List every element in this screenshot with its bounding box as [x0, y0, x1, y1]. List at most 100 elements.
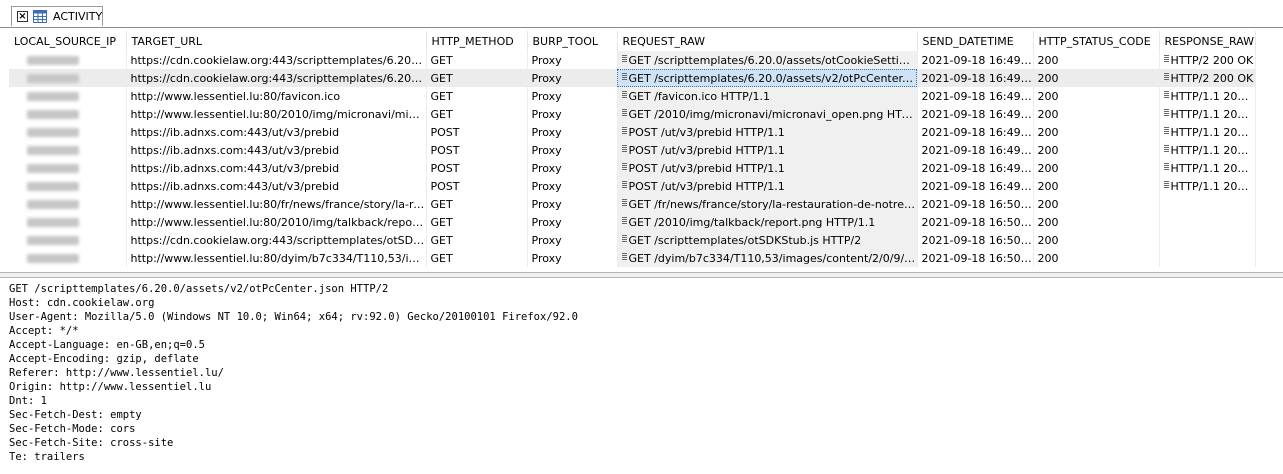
request-raw-cell[interactable]: GET /2010/img/micronavi/micronavi_open.p… — [617, 105, 918, 123]
response-raw-cell[interactable]: HTTP/2 200 OK — [1159, 69, 1256, 87]
http-status-code-cell[interactable]: 200 — [1033, 249, 1160, 267]
http-status-code-cell[interactable]: 200 — [1033, 51, 1160, 69]
column-header-http-method[interactable]: HTTP_METHOD — [426, 31, 528, 51]
send-datetime-cell[interactable]: 2021-09-18 16:49:49 — [917, 123, 1034, 141]
http-status-code-cell[interactable]: 200 — [1033, 195, 1160, 213]
local-source-ip-cell[interactable] — [9, 123, 127, 141]
activity-grid[interactable]: LOCAL_SOURCE_IP TARGET_URL HTTP_METHOD BURP… — [9, 31, 1283, 271]
table-row[interactable]: https://cdn.cookielaw.org:443/scripttemp… — [9, 231, 1256, 249]
request-raw-cell[interactable]: GET /2010/img/talkback/report.png HTTP/1… — [617, 213, 918, 231]
response-raw-cell[interactable] — [1159, 195, 1256, 213]
send-datetime-cell[interactable]: 2021-09-18 16:49:54 — [917, 177, 1034, 195]
http-method-cell[interactable]: POST — [426, 177, 528, 195]
response-raw-cell[interactable]: HTTP/1.1 200 OK — [1159, 105, 1256, 123]
response-raw-cell[interactable]: HTTP/1.1 200 OK — [1159, 177, 1256, 195]
local-source-ip-cell[interactable] — [9, 249, 127, 267]
burp-tool-cell[interactable]: Proxy — [527, 87, 618, 105]
column-header-response-raw[interactable]: RESPONSE_RAW — [1159, 31, 1256, 51]
burp-tool-cell[interactable]: Proxy — [527, 231, 618, 249]
response-raw-cell[interactable]: HTTP/1.1 200 OK — [1159, 141, 1256, 159]
burp-tool-cell[interactable]: Proxy — [527, 195, 618, 213]
pane-splitter[interactable] — [0, 272, 1283, 278]
local-source-ip-cell[interactable] — [9, 87, 127, 105]
target-url-cell[interactable]: http://www.lessentiel.lu:80/2010/img/tal… — [126, 213, 427, 231]
burp-tool-cell[interactable]: Proxy — [527, 69, 618, 87]
request-raw-cell[interactable]: GET /dyim/b7c334/T110,53/images/content/… — [617, 249, 918, 267]
tab-activity[interactable]: × ACTIVITY — [11, 6, 103, 26]
response-raw-cell[interactable] — [1159, 213, 1256, 231]
column-header-burp-tool[interactable]: BURP_TOOL — [527, 31, 618, 51]
http-method-cell[interactable]: GET — [426, 87, 528, 105]
request-raw-cell[interactable]: GET /scripttemplates/6.20.0/assets/v2/ot… — [617, 69, 918, 87]
table-row[interactable]: https://ib.adnxs.com:443/ut/v3/prebid POS… — [9, 141, 1256, 159]
burp-tool-cell[interactable]: Proxy — [527, 213, 618, 231]
request-raw-cell[interactable]: POST /ut/v3/prebid HTTP/1.1 — [617, 159, 918, 177]
local-source-ip-cell[interactable] — [9, 231, 127, 249]
response-raw-cell[interactable]: HTTP/2 200 OK — [1159, 51, 1256, 69]
http-status-code-cell[interactable]: 200 — [1033, 141, 1160, 159]
http-status-code-cell[interactable]: 200 — [1033, 87, 1160, 105]
http-method-cell[interactable]: POST — [426, 123, 528, 141]
target-url-cell[interactable]: https://ib.adnxs.com:443/ut/v3/prebid — [126, 177, 427, 195]
http-method-cell[interactable]: POST — [426, 141, 528, 159]
send-datetime-cell[interactable]: 2021-09-18 16:49:46 — [917, 69, 1034, 87]
target-url-cell[interactable]: https://cdn.cookielaw.org:443/scripttemp… — [126, 69, 427, 87]
local-source-ip-cell[interactable] — [9, 213, 127, 231]
local-source-ip-cell[interactable] — [9, 177, 127, 195]
send-datetime-cell[interactable]: 2021-09-18 16:50:06 — [917, 231, 1034, 249]
http-status-code-cell[interactable]: 200 — [1033, 105, 1160, 123]
target-url-cell[interactable]: https://cdn.cookielaw.org:443/scripttemp… — [126, 51, 427, 69]
send-datetime-cell[interactable]: 2021-09-18 16:49:46 — [917, 87, 1034, 105]
column-header-request-raw[interactable]: REQUEST_RAW — [617, 31, 918, 51]
response-raw-cell[interactable] — [1159, 231, 1256, 249]
http-method-cell[interactable]: GET — [426, 105, 528, 123]
column-header-local-source-ip[interactable]: LOCAL_SOURCE_IP — [9, 31, 127, 51]
table-row[interactable]: http://www.lessentiel.lu:80/fr/news/fran… — [9, 195, 1256, 213]
http-method-cell[interactable]: GET — [426, 195, 528, 213]
http-status-code-cell[interactable]: 200 — [1033, 213, 1160, 231]
target-url-cell[interactable]: http://www.lessentiel.lu:80/2010/img/mic… — [126, 105, 427, 123]
http-status-code-cell[interactable]: 200 — [1033, 177, 1160, 195]
column-header-http-status-code[interactable]: HTTP_STATUS_CODE — [1033, 31, 1160, 51]
send-datetime-cell[interactable]: 2021-09-18 16:50:06 — [917, 249, 1034, 267]
burp-tool-cell[interactable]: Proxy — [527, 105, 618, 123]
http-status-code-cell[interactable]: 200 — [1033, 231, 1160, 249]
http-status-code-cell[interactable]: 200 — [1033, 159, 1160, 177]
column-header-send-datetime[interactable]: SEND_DATETIME — [917, 31, 1034, 51]
burp-tool-cell[interactable]: Proxy — [527, 177, 618, 195]
response-raw-cell[interactable]: HTTP/1.1 200 OK — [1159, 159, 1256, 177]
target-url-cell[interactable]: http://www.lessentiel.lu:80/dyim/b7c334/… — [126, 249, 427, 267]
close-icon[interactable]: × — [17, 11, 28, 22]
table-row[interactable]: http://www.lessentiel.lu:80/2010/img/mic… — [9, 105, 1256, 123]
target-url-cell[interactable]: https://ib.adnxs.com:443/ut/v3/prebid — [126, 141, 427, 159]
response-raw-cell[interactable]: HTTP/1.1 200 OK — [1159, 87, 1256, 105]
target-url-cell[interactable]: http://www.lessentiel.lu:80/favicon.ico — [126, 87, 427, 105]
burp-tool-cell[interactable]: Proxy — [527, 141, 618, 159]
burp-tool-cell[interactable]: Proxy — [527, 249, 618, 267]
local-source-ip-cell[interactable] — [9, 159, 127, 177]
local-source-ip-cell[interactable] — [9, 69, 127, 87]
send-datetime-cell[interactable]: 2021-09-18 16:49:46 — [917, 51, 1034, 69]
response-raw-cell[interactable]: HTTP/1.1 200 OK — [1159, 123, 1256, 141]
http-method-cell[interactable]: GET — [426, 51, 528, 69]
column-header-target-url[interactable]: TARGET_URL — [126, 31, 427, 51]
table-row[interactable]: https://cdn.cookielaw.org:443/scripttemp… — [9, 69, 1256, 87]
burp-tool-cell[interactable]: Proxy — [527, 123, 618, 141]
table-row[interactable]: http://www.lessentiel.lu:80/dyim/b7c334/… — [9, 249, 1256, 267]
table-row[interactable]: https://ib.adnxs.com:443/ut/v3/prebid POS… — [9, 177, 1256, 195]
target-url-cell[interactable]: https://cdn.cookielaw.org:443/scripttemp… — [126, 231, 427, 249]
target-url-cell[interactable]: https://ib.adnxs.com:443/ut/v3/prebid — [126, 123, 427, 141]
request-raw-cell[interactable]: GET /scripttemplates/otSDKStub.js HTTP/2 — [617, 231, 918, 249]
raw-request-text[interactable]: GET /scripttemplates/6.20.0/assets/v2/ot… — [0, 279, 1283, 464]
send-datetime-cell[interactable]: 2021-09-18 16:49:52 — [917, 159, 1034, 177]
send-datetime-cell[interactable]: 2021-09-18 16:49:48 — [917, 105, 1034, 123]
local-source-ip-cell[interactable] — [9, 195, 127, 213]
request-raw-cell[interactable]: GET /scripttemplates/6.20.0/assets/otCoo… — [617, 51, 918, 69]
raw-request-pane[interactable]: GET /scripttemplates/6.20.0/assets/v2/ot… — [0, 279, 1283, 474]
table-row[interactable]: https://cdn.cookielaw.org:443/scripttemp… — [9, 51, 1256, 69]
http-method-cell[interactable]: GET — [426, 249, 528, 267]
request-raw-cell[interactable]: POST /ut/v3/prebid HTTP/1.1 — [617, 141, 918, 159]
http-method-cell[interactable]: GET — [426, 231, 528, 249]
local-source-ip-cell[interactable] — [9, 105, 127, 123]
http-status-code-cell[interactable]: 200 — [1033, 123, 1160, 141]
